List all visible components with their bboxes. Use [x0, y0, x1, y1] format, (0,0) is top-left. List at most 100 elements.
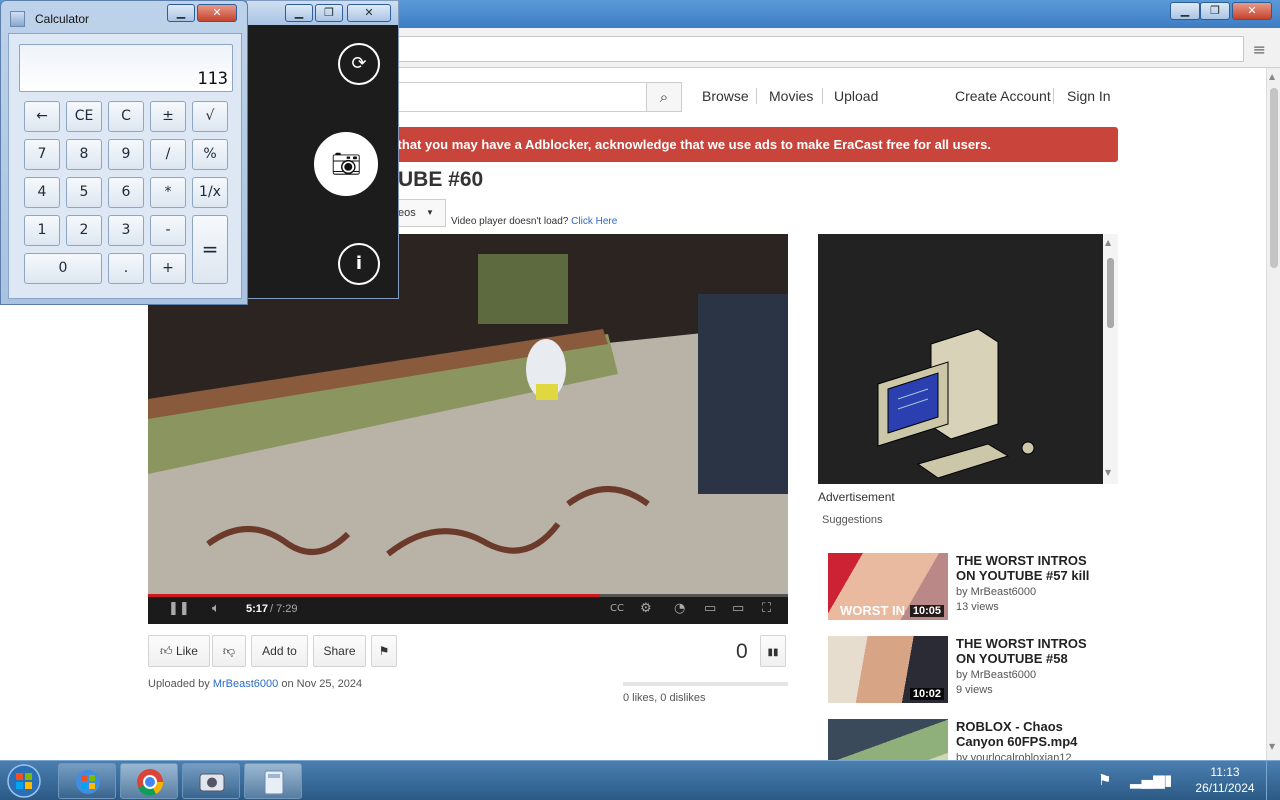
- uploader-link[interactable]: MrBeast6000: [213, 678, 278, 690]
- camera-maximize-button[interactable]: ❐: [315, 4, 343, 22]
- show-desktop-button[interactable]: [1266, 761, 1280, 800]
- fullscreen-icon[interactable]: ⛶: [762, 601, 771, 616]
- pause-icon[interactable]: ❚❚: [168, 601, 190, 616]
- key-equals[interactable]: =: [192, 215, 228, 284]
- nav-browse[interactable]: Browse: [702, 88, 749, 104]
- close-button[interactable]: ✕: [1232, 2, 1272, 20]
- suggestion-thumbnail[interactable]: [828, 719, 948, 760]
- player-help-link[interactable]: Click Here: [571, 216, 617, 227]
- advertisement-box[interactable]: [818, 234, 1103, 484]
- view-count: 0: [736, 640, 748, 663]
- key-7[interactable]: 7: [24, 139, 60, 170]
- address-bar[interactable]: [392, 36, 1244, 62]
- site-search-input[interactable]: [398, 82, 682, 112]
- stats-button[interactable]: ▮▮: [760, 635, 786, 667]
- key-divide[interactable]: /: [150, 139, 186, 170]
- gear-icon[interactable]: ⚙: [640, 601, 652, 616]
- add-to-button[interactable]: Add to: [251, 635, 308, 667]
- taskbar-explorer-button[interactable]: [58, 763, 116, 799]
- key-plus[interactable]: +: [150, 253, 186, 284]
- scroll-up-icon[interactable]: ▲: [1269, 72, 1275, 81]
- upload-info: Uploaded by MrBeast6000 on Nov 25, 2024: [148, 678, 362, 690]
- ad-scroll-thumb[interactable]: [1107, 258, 1114, 328]
- small-player-icon[interactable]: ▭: [704, 601, 716, 616]
- suggestion-item[interactable]: ROBLOX - Chaos Canyon 60FPS.mp4 by yourl…: [828, 719, 1108, 760]
- key-c[interactable]: C: [108, 101, 144, 132]
- page-scroll-thumb[interactable]: [1270, 88, 1278, 268]
- camera-capture-icon[interactable]: 📷︎: [314, 132, 378, 196]
- ad-scrollbar[interactable]: ▲ ▼: [1103, 234, 1118, 484]
- chevron-down-icon: ▼: [426, 208, 434, 217]
- key-minus[interactable]: -: [150, 215, 186, 246]
- battery-icon[interactable]: ▮: [1164, 771, 1172, 789]
- progress-fill: [148, 594, 600, 597]
- key-2[interactable]: 2: [66, 215, 102, 246]
- action-center-flag-icon[interactable]: ⚑: [1098, 771, 1111, 789]
- key-1[interactable]: 1: [24, 215, 60, 246]
- computer-illustration: [877, 328, 1035, 479]
- calculator-close-button[interactable]: ✕: [197, 4, 237, 22]
- taskbar-calculator-button[interactable]: [244, 763, 302, 799]
- player-help-text: Video player doesn't load?: [451, 216, 569, 227]
- scroll-down-icon[interactable]: ▼: [1105, 468, 1111, 477]
- search-button[interactable]: ⌕: [646, 82, 682, 112]
- key-decimal[interactable]: .: [108, 253, 144, 284]
- key-6[interactable]: 6: [108, 177, 144, 208]
- calculator-window: Calculator ▁ ✕ 113 ← CE C ± √ 7 8 9 / % …: [0, 0, 248, 305]
- large-player-icon[interactable]: ▭: [732, 601, 744, 616]
- taskbar-camera-button[interactable]: [182, 763, 240, 799]
- key-backspace[interactable]: ←: [24, 101, 60, 132]
- suggestion-title[interactable]: ROBLOX - Chaos Canyon 60FPS.mp4: [956, 719, 1106, 749]
- share-button[interactable]: Share: [313, 635, 366, 667]
- clock-date[interactable]: 26/11/2024: [1190, 781, 1260, 795]
- scroll-down-icon[interactable]: ▼: [1269, 742, 1275, 751]
- key-4[interactable]: 4: [24, 177, 60, 208]
- dislike-button[interactable]: 👎︎: [212, 635, 246, 667]
- progress-bar[interactable]: [148, 594, 788, 597]
- refresh-icon[interactable]: ⟳: [338, 43, 380, 85]
- windows-explorer-icon: [76, 770, 100, 794]
- suggestion-title[interactable]: THE WORST INTROS ON YOUTUBE #58: [956, 636, 1106, 666]
- nav-create-account[interactable]: Create Account: [955, 88, 1051, 104]
- key-reciprocal[interactable]: 1/x: [192, 177, 228, 208]
- key-9[interactable]: 9: [108, 139, 144, 170]
- camera-minimize-button[interactable]: ▁: [285, 4, 313, 22]
- nav-sign-in[interactable]: Sign In: [1067, 88, 1111, 104]
- calculator-minimize-button[interactable]: ▁: [167, 4, 195, 22]
- annotations-icon[interactable]: ◔: [674, 601, 685, 616]
- suggestion-item[interactable]: 10:02 THE WORST INTROS ON YOUTUBE #58 by…: [828, 636, 1108, 706]
- captions-icon[interactable]: CC: [610, 603, 624, 614]
- key-plus-minus[interactable]: ±: [150, 101, 186, 132]
- start-button[interactable]: [2, 762, 46, 800]
- key-percent[interactable]: %: [192, 139, 228, 170]
- key-ce[interactable]: CE: [66, 101, 102, 132]
- maximize-button[interactable]: ❐: [1200, 2, 1230, 20]
- key-sqrt[interactable]: √: [192, 101, 228, 132]
- info-icon[interactable]: i: [338, 243, 380, 285]
- taskbar-chrome-button[interactable]: [120, 763, 178, 799]
- suggestion-title[interactable]: THE WORST INTROS ON YOUTUBE #57 kill: [956, 553, 1106, 583]
- key-multiply[interactable]: *: [150, 177, 186, 208]
- menu-icon[interactable]: ≡: [1253, 40, 1266, 59]
- flag-button[interactable]: ⚑: [371, 635, 397, 667]
- volume-icon[interactable]: 🔈︎: [212, 601, 220, 616]
- suggestion-author: by MrBeast6000: [956, 669, 1037, 681]
- suggestion-item[interactable]: WORST IN 10:05 THE WORST INTROS ON YOUTU…: [828, 553, 1108, 623]
- key-0[interactable]: 0: [24, 253, 102, 284]
- key-5[interactable]: 5: [66, 177, 102, 208]
- camera-close-button[interactable]: ✕: [347, 4, 391, 22]
- suggestion-thumbnail[interactable]: WORST IN 10:05: [828, 553, 948, 620]
- nav-upload[interactable]: Upload: [834, 88, 878, 104]
- minimize-button[interactable]: ▁: [1170, 2, 1200, 20]
- network-signal-icon[interactable]: ▂▄▆: [1130, 771, 1165, 789]
- like-button[interactable]: 👍︎ Like: [148, 635, 210, 667]
- videos-dropdown[interactable]: eos ▼: [394, 199, 446, 227]
- nav-movies[interactable]: Movies: [769, 88, 813, 104]
- key-8[interactable]: 8: [66, 139, 102, 170]
- clock-time[interactable]: 11:13: [1196, 765, 1254, 779]
- key-3[interactable]: 3: [108, 215, 144, 246]
- calculator-app-icon: [10, 11, 25, 27]
- suggestion-thumbnail[interactable]: 10:02: [828, 636, 948, 703]
- scroll-up-icon[interactable]: ▲: [1105, 238, 1111, 247]
- page-scrollbar[interactable]: ▲ ▼: [1266, 68, 1280, 760]
